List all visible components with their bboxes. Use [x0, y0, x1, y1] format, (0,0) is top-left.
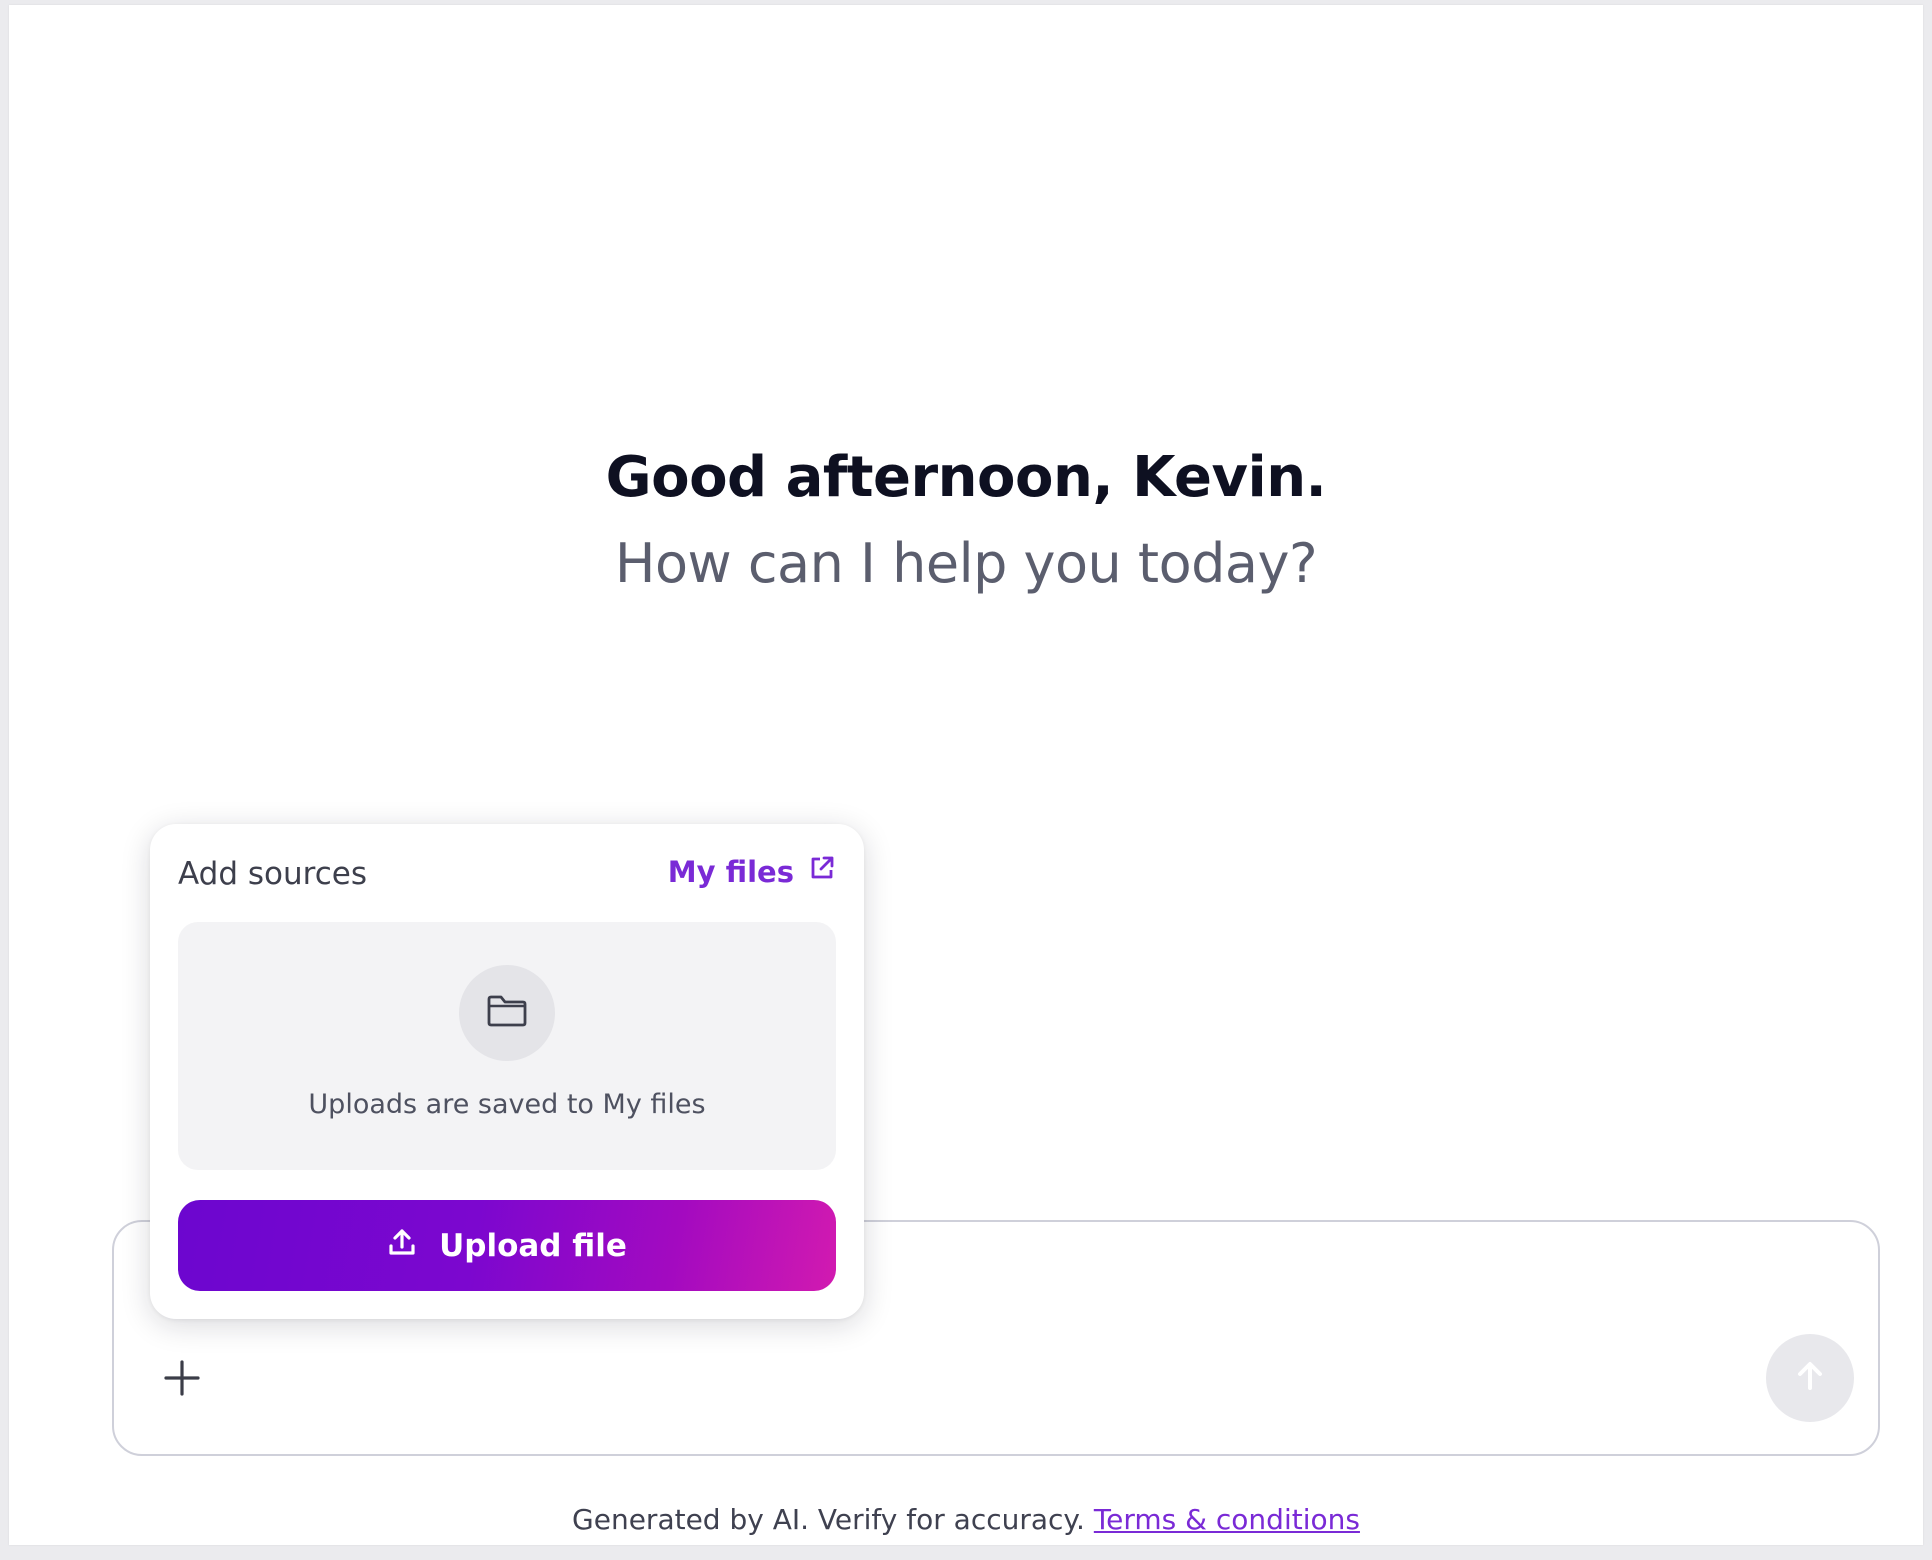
folder-icon-badge	[459, 965, 555, 1061]
upload-icon	[387, 1227, 417, 1265]
footer: Generated by AI. Verify for accuracy. Te…	[9, 1503, 1923, 1536]
popover-title: Add sources	[178, 856, 367, 892]
terms-link[interactable]: Terms & conditions	[1094, 1503, 1360, 1536]
dropzone-text: Uploads are saved to My files	[308, 1089, 706, 1120]
external-link-icon	[808, 854, 836, 889]
arrow-up-icon	[1792, 1358, 1828, 1399]
upload-file-button[interactable]: Upload file	[178, 1200, 836, 1291]
upload-file-label: Upload file	[439, 1227, 627, 1264]
folder-icon	[486, 994, 528, 1033]
app-frame: Good afternoon, Kevin. How can I help yo…	[9, 5, 1923, 1545]
my-files-link[interactable]: My files	[668, 854, 836, 889]
greeting-title: Good afternoon, Kevin.	[605, 445, 1327, 510]
send-button[interactable]	[1766, 1334, 1854, 1422]
plus-icon	[162, 1358, 202, 1403]
greeting: Good afternoon, Kevin. How can I help yo…	[9, 445, 1923, 595]
file-dropzone[interactable]: Uploads are saved to My files	[178, 922, 836, 1170]
greeting-subtitle: How can I help you today?	[614, 532, 1318, 595]
my-files-label: My files	[667, 854, 794, 889]
add-sources-popover: Add sources My files Uploads are saved t…	[150, 824, 864, 1319]
add-sources-button[interactable]	[160, 1358, 204, 1402]
footer-disclaimer: Generated by AI. Verify for accuracy.	[572, 1503, 1094, 1536]
